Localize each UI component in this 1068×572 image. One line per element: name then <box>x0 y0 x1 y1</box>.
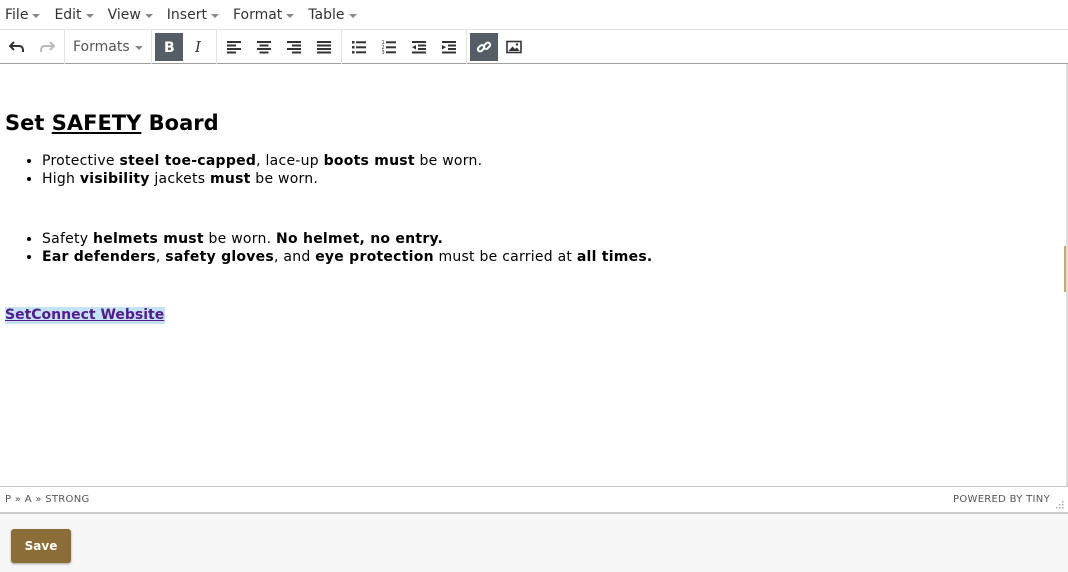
menu-table[interactable]: Table <box>303 0 361 30</box>
indent-icon <box>441 40 456 53</box>
page-heading: Set SAFETY Board <box>5 111 219 135</box>
menu-insert[interactable]: Insert <box>162 0 224 30</box>
svg-text:3: 3 <box>381 50 384 55</box>
bullet-list-button[interactable] <box>345 33 373 61</box>
bold-icon: B <box>164 40 175 55</box>
align-right-icon <box>286 40 301 53</box>
list-item: Protective steel toe-capped, lace-up boo… <box>42 152 482 170</box>
align-justify-button[interactable] <box>310 33 338 61</box>
list-item: High visibility jackets must be worn. <box>42 170 482 188</box>
caret-down-icon <box>144 13 153 18</box>
save-button[interactable]: Save <box>11 529 71 563</box>
numbered-list-icon: 123 <box>381 40 396 55</box>
bullet-list-2: Safety helmets must be worn. No helmet, … <box>0 230 653 266</box>
numbered-list-button[interactable]: 123 <box>375 33 403 61</box>
list-item: Safety helmets must be worn. No helmet, … <box>42 230 653 248</box>
heading-suffix: Board <box>141 111 219 135</box>
heading-underlined-word: SAFETY <box>51 111 142 135</box>
link-icon <box>476 41 491 52</box>
bullet-list-1: Protective steel toe-capped, lace-up boo… <box>0 152 482 188</box>
image-button[interactable] <box>500 33 528 61</box>
element-path[interactable]: P » A » STRONG <box>5 494 90 505</box>
caret-down-icon <box>348 13 357 18</box>
indent-button[interactable] <box>435 33 463 61</box>
heading-prefix: Set <box>5 111 52 135</box>
menu-insert-label: Insert <box>166 6 207 23</box>
history-group <box>0 29 65 64</box>
insert-group <box>467 30 531 64</box>
align-center-icon <box>256 40 271 53</box>
toolbar: Formats B I 123 <box>0 29 1068 64</box>
menu-edit[interactable]: Edit <box>49 0 98 30</box>
caret-down-icon <box>134 45 143 50</box>
menu-edit-label: Edit <box>54 6 82 23</box>
editor-content[interactable]: Set SAFETY Board Protective steel toe-ca… <box>0 64 1068 486</box>
redo-icon <box>40 40 55 52</box>
scrollbar-marker <box>1064 246 1066 292</box>
menu-file-label: File <box>5 6 29 23</box>
italic-icon: I <box>194 39 202 55</box>
menu-view-label: View <box>107 6 141 23</box>
align-left-button[interactable] <box>220 33 248 61</box>
style-group: B I <box>152 29 217 64</box>
footer: Save <box>0 514 1068 572</box>
align-justify-icon <box>316 40 331 53</box>
image-icon <box>505 40 522 53</box>
svg-text:I: I <box>194 39 202 55</box>
menu-format[interactable]: Format <box>228 0 299 30</box>
menu-file[interactable]: File <box>0 0 45 30</box>
formats-group: Formats <box>65 29 152 64</box>
bullet-list-icon <box>351 40 366 53</box>
link-button[interactable] <box>469 32 498 61</box>
bold-button[interactable]: B <box>154 32 183 61</box>
caret-down-icon <box>85 13 94 18</box>
align-center-button[interactable] <box>250 33 278 61</box>
align-group <box>217 29 342 64</box>
undo-button[interactable] <box>3 33 31 61</box>
list-item: Ear defenders, safety gloves, and eye pr… <box>42 248 653 266</box>
caret-down-icon <box>210 13 219 18</box>
list-group: 123 <box>342 29 467 64</box>
powered-by-label[interactable]: POWERED BY TINY <box>953 494 1050 505</box>
caret-down-icon <box>32 13 41 18</box>
undo-icon <box>9 40 24 52</box>
italic-button[interactable]: I <box>185 33 213 61</box>
menubar: File Edit View Insert Format Table <box>0 0 1068 30</box>
formats-dropdown[interactable]: Formats <box>67 33 149 61</box>
formats-label: Formats <box>73 38 130 55</box>
menu-view[interactable]: View <box>103 0 158 30</box>
menu-format-label: Format <box>232 6 283 23</box>
menu-table-label: Table <box>308 6 345 23</box>
resize-grip-icon[interactable] <box>1056 501 1064 509</box>
setconnect-website-link[interactable]: SetConnect Website <box>5 307 166 324</box>
align-right-button[interactable] <box>280 33 308 61</box>
redo-button[interactable] <box>33 33 61 61</box>
outdent-button[interactable] <box>405 33 433 61</box>
status-bar: P » A » STRONG POWERED BY TINY <box>0 486 1068 514</box>
svg-text:B: B <box>164 40 175 55</box>
caret-down-icon <box>286 13 295 18</box>
outdent-icon <box>411 40 426 53</box>
align-left-icon <box>226 40 241 53</box>
